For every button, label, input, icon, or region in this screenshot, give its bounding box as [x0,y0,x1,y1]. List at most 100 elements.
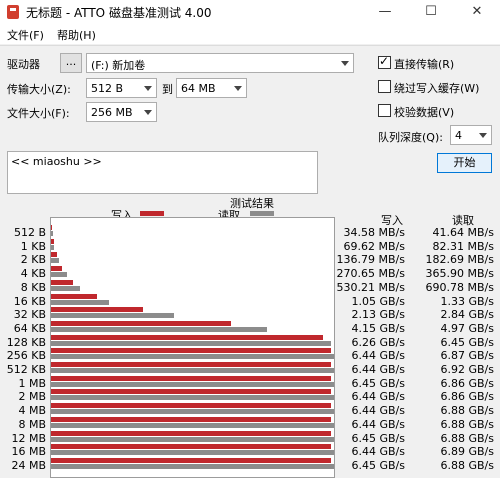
direct-io-checkbox[interactable] [378,54,391,69]
write-value: 1.05 GB/s [351,294,406,308]
read-value: 6.45 GB/s [440,335,495,349]
y-tick-label: 2 MB [18,390,46,404]
read-value: 41.64 MB/s [432,226,494,239]
write-bar [51,416,331,422]
verify-data-label: 校验数据(V) [394,106,455,119]
write-bar [51,403,331,409]
start-button[interactable]: 开始 [437,153,492,173]
bypass-cache-checkbox[interactable] [378,80,391,93]
bypass-cache-label: 绕过写入缓存(W) [394,82,480,95]
queue-depth-select[interactable]: 4 [450,125,492,145]
read-bar [51,368,334,373]
y-tick-label: 256 KB [6,349,46,363]
read-value: 4.97 GB/s [440,321,495,335]
y-tick-label: 12 MB [11,431,46,445]
write-value: 2.13 GB/s [351,308,406,322]
y-tick-label: 512 B [13,226,46,239]
write-value: 4.15 GB/s [351,321,406,335]
transfer-size-to-value: 64 MB [181,82,216,95]
chevron-down-icon [234,86,242,91]
write-bar [51,362,331,367]
write-bar [51,457,331,463]
write-value: 69.62 MB/s [343,239,405,253]
write-bar [51,389,331,395]
drive-select[interactable]: (F:) 新加卷 [86,53,354,73]
read-value: 6.86 GB/s [440,390,495,404]
write-bar [51,430,331,436]
write-value: 6.44 GB/s [351,349,406,363]
verify-data-checkbox[interactable] [378,104,391,117]
read-value: 6.89 GB/s [440,445,495,459]
y-tick-label: 2 KB [20,253,46,267]
read-bar [51,285,81,291]
write-value: 530.21 MB/s [336,280,405,294]
transfer-size-from-select[interactable]: 512 B [86,78,157,98]
chevron-down-icon [479,133,487,138]
write-value: 6.44 GB/s [351,363,406,376]
write-bar [51,348,331,354]
read-bar [51,258,59,264]
browse-button[interactable]: ... [60,53,82,73]
write-bar [51,266,63,272]
description-textbox[interactable]: << miaoshu >> [7,151,318,194]
drive-select-value: (F:) 新加卷 [91,59,146,72]
read-bar [51,244,55,250]
to-label: 到 [162,83,173,96]
read-value: 82.31 MB/s [432,239,494,253]
y-tick-label: 1 MB [18,376,46,390]
y-tick-label: 32 KB [13,308,46,322]
legend-read-swatch [250,211,274,216]
maximize-button[interactable]: ☐ [408,0,454,24]
read-bar [51,326,267,332]
write-value: 6.26 GB/s [351,335,406,349]
read-value: 6.92 GB/s [440,363,495,376]
drive-label: 驱动器 [7,58,40,71]
file-size-select[interactable]: 256 MB [86,102,157,122]
write-bar [51,307,144,313]
transfer-size-to-select[interactable]: 64 MB [176,78,247,98]
menu-help[interactable]: 帮助(H) [57,27,96,43]
write-bar [51,279,74,285]
read-value: 6.88 GB/s [440,431,495,445]
write-value: 270.65 MB/s [336,267,405,281]
write-bar [51,320,232,326]
write-bar [51,444,331,450]
chevron-down-icon [341,61,349,66]
write-value: 6.45 GB/s [351,376,406,390]
minimize-button[interactable]: — [362,0,408,24]
read-bar [51,381,334,387]
read-bar [51,463,334,469]
read-value: 6.88 GB/s [440,458,495,472]
write-value: 6.44 GB/s [351,417,406,431]
write-value: 136.79 MB/s [336,253,405,267]
write-value: 34.58 MB/s [343,226,405,239]
read-bar [51,231,53,236]
close-button[interactable]: ✕ [454,0,500,24]
menu-file[interactable]: 文件(F) [7,27,44,43]
read-value: 6.87 GB/s [440,349,495,363]
queue-depth-value: 4 [455,129,462,142]
queue-depth-label: 队列深度(Q): [378,131,443,144]
write-value: 6.44 GB/s [351,390,406,404]
y-tick-label: 16 MB [11,445,46,459]
write-value: 6.44 GB/s [351,445,406,459]
read-bar [51,340,331,346]
write-bar [51,334,323,340]
read-bar [51,436,334,442]
read-value: 6.88 GB/s [440,404,495,418]
read-value: 6.86 GB/s [440,376,495,390]
read-bar [51,272,67,278]
write-value: 6.44 GB/s [351,404,406,418]
read-bar [51,299,109,305]
read-value: 182.69 MB/s [425,253,494,267]
y-tick-label: 64 KB [13,321,46,335]
y-tick-label: 512 KB [6,363,46,376]
y-tick-label: 8 KB [20,280,46,294]
write-bar [51,375,331,381]
file-size-label: 文件大小(F): [7,107,70,120]
chevron-down-icon [144,86,152,91]
read-bar [51,422,334,428]
read-bar [51,450,334,456]
description-text: << miaoshu >> [11,155,102,168]
menu-divider [0,45,500,46]
